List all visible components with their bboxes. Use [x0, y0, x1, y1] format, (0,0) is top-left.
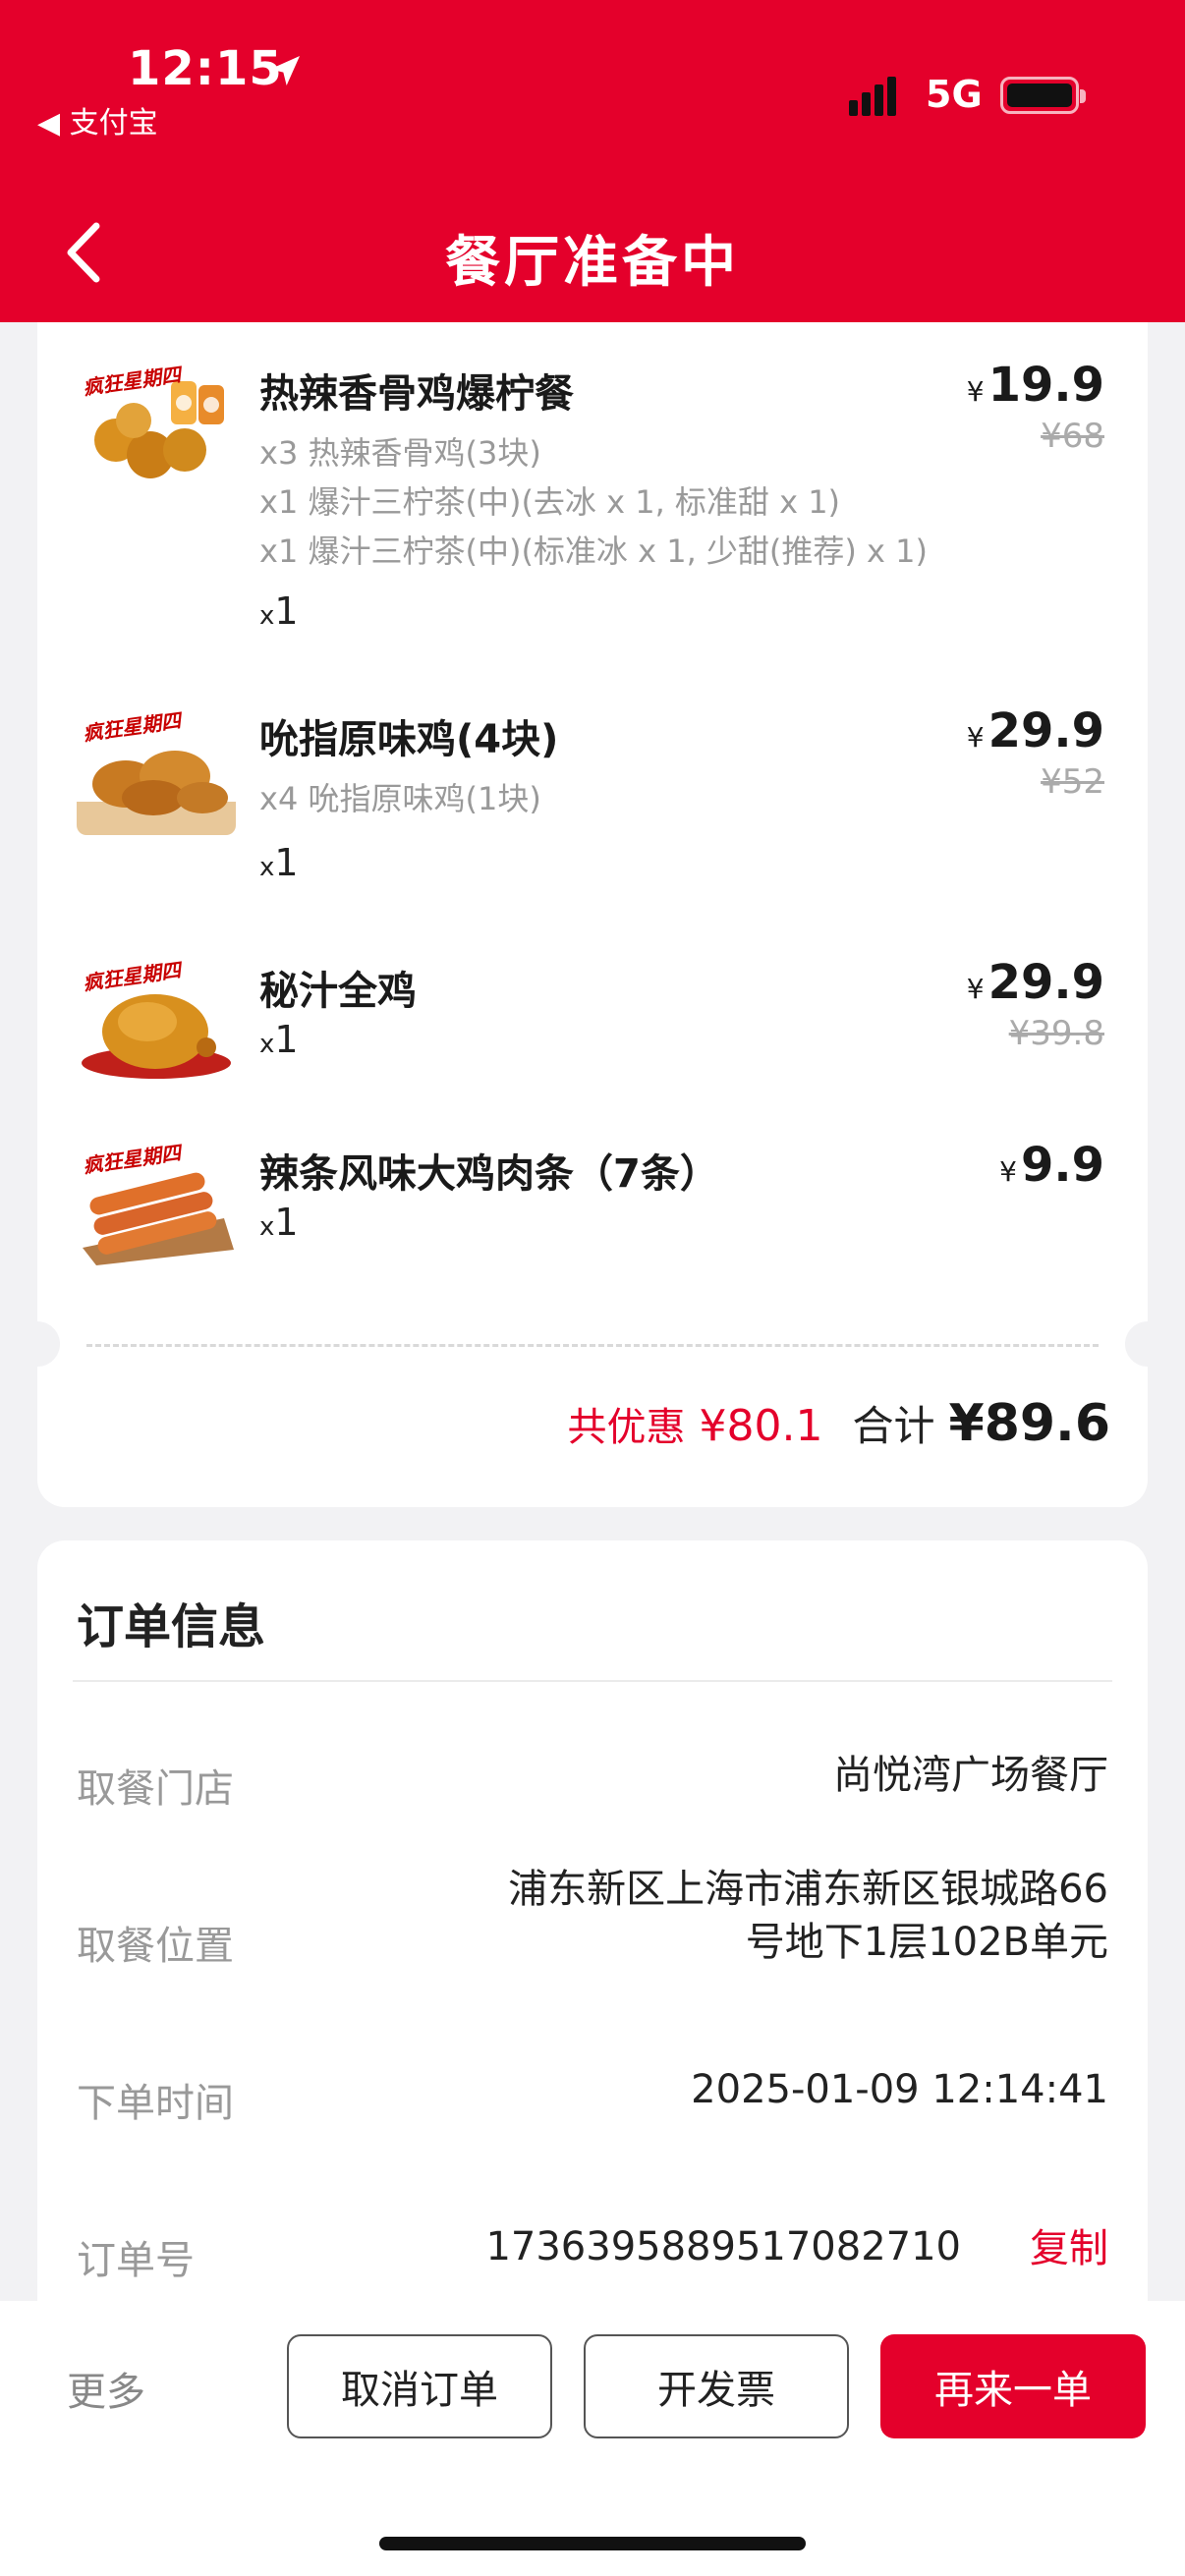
- total-value: ¥89.6: [948, 1394, 1110, 1453]
- invoice-button[interactable]: 开发票: [584, 2334, 849, 2438]
- item-option: x1 爆汁三柠茶(中)(去冰 x 1, 标准甜 x 1): [259, 483, 841, 521]
- location-label: 取餐位置: [77, 1924, 234, 1969]
- order-info-card: 订单信息 取餐门店 尚悦湾广场餐厅 取餐位置 浦东新区上海市浦东新区银城路66 …: [37, 1540, 1148, 2326]
- total-label: 合计: [852, 1402, 935, 1450]
- item-price: ¥29.9: [966, 955, 1104, 1010]
- item-name: 秘汁全鸡: [259, 969, 417, 1014]
- order-summary: 共优惠 ¥80.1 合计 ¥89.6: [568, 1393, 1110, 1453]
- item-original-price: ¥68: [1041, 417, 1104, 456]
- page-title: 餐厅准备中: [445, 231, 740, 295]
- back-to-app-link[interactable]: ◀ 支付宝: [37, 98, 158, 141]
- copy-button[interactable]: 复制: [1030, 2216, 1108, 2273]
- cancel-order-button[interactable]: 取消订单: [287, 2334, 552, 2438]
- signal-icon: [849, 77, 896, 116]
- home-indicator[interactable]: [379, 2537, 806, 2550]
- product-image: 疯狂星期四: [77, 1140, 236, 1267]
- order-number-value: 1736395889517082710: [485, 2224, 961, 2269]
- item-price: ¥19.9: [966, 358, 1104, 413]
- discount-label: 共优惠: [567, 1405, 686, 1450]
- product-image: 疯狂星期四: [77, 362, 236, 489]
- location-arrow-icon: [270, 56, 300, 85]
- item-original-price: ¥39.8: [1008, 1014, 1104, 1053]
- item-price: ¥9.9: [999, 1138, 1104, 1193]
- store-value: 尚悦湾广场餐厅: [833, 1753, 1108, 1798]
- section-title: 订单信息: [77, 1599, 266, 1654]
- order-time-value: 2025-01-09 12:14:41: [691, 2067, 1108, 2112]
- reorder-button[interactable]: 再来一单: [880, 2334, 1146, 2438]
- ticket-notch-right: [1125, 1321, 1170, 1367]
- item-name: 吮指原味鸡(4块): [259, 717, 559, 762]
- discount-value: ¥80.1: [699, 1401, 823, 1451]
- item-quantity: x1: [259, 1201, 299, 1244]
- item-name: 热辣香骨鸡爆柠餐: [259, 371, 574, 417]
- item-option: x4 吮指原味鸡(1块): [259, 780, 541, 817]
- item-option: x1 爆汁三柠茶(中)(标准冰 x 1, 少甜(推荐) x 1): [259, 532, 929, 570]
- item-quantity: x1: [259, 841, 299, 884]
- status-time: 12:15: [128, 41, 283, 96]
- item-quantity: x1: [259, 589, 299, 633]
- item-option: x3 热辣香骨鸡(3块): [259, 434, 541, 472]
- product-image: 疯狂星期四: [77, 707, 236, 835]
- order-time-label: 下单时间: [77, 2081, 234, 2126]
- network-type: 5G: [926, 73, 983, 116]
- item-name: 辣条风味大鸡肉条（7条）: [259, 1151, 719, 1197]
- store-label: 取餐门店: [77, 1766, 234, 1812]
- more-button[interactable]: 更多: [67, 2360, 145, 2417]
- item-price: ¥29.9: [966, 703, 1104, 758]
- location-value: 浦东新区上海市浦东新区银城路66 号地下1层102B单元: [508, 1867, 1108, 1965]
- order-items-card: 疯狂星期四 热辣香骨鸡爆柠餐 x3 热辣香骨鸡(3块) x1 爆汁三柠茶(中)(…: [15, 322, 1170, 1507]
- item-original-price: ¥52: [1041, 762, 1104, 802]
- divider: [73, 1680, 1112, 1682]
- ticket-notch-left: [15, 1321, 60, 1367]
- order-number-label: 订单号: [77, 2238, 195, 2283]
- divider: [86, 1344, 1099, 1347]
- battery-icon: [1000, 77, 1086, 114]
- bottom-action-bar: 更多 取消订单 开发票 再来一单: [0, 2301, 1185, 2576]
- product-image: 疯狂星期四: [77, 957, 236, 1085]
- item-quantity: x1: [259, 1018, 299, 1061]
- header: 12:15 ◀ 支付宝 5G 餐厅准备中: [0, 0, 1185, 322]
